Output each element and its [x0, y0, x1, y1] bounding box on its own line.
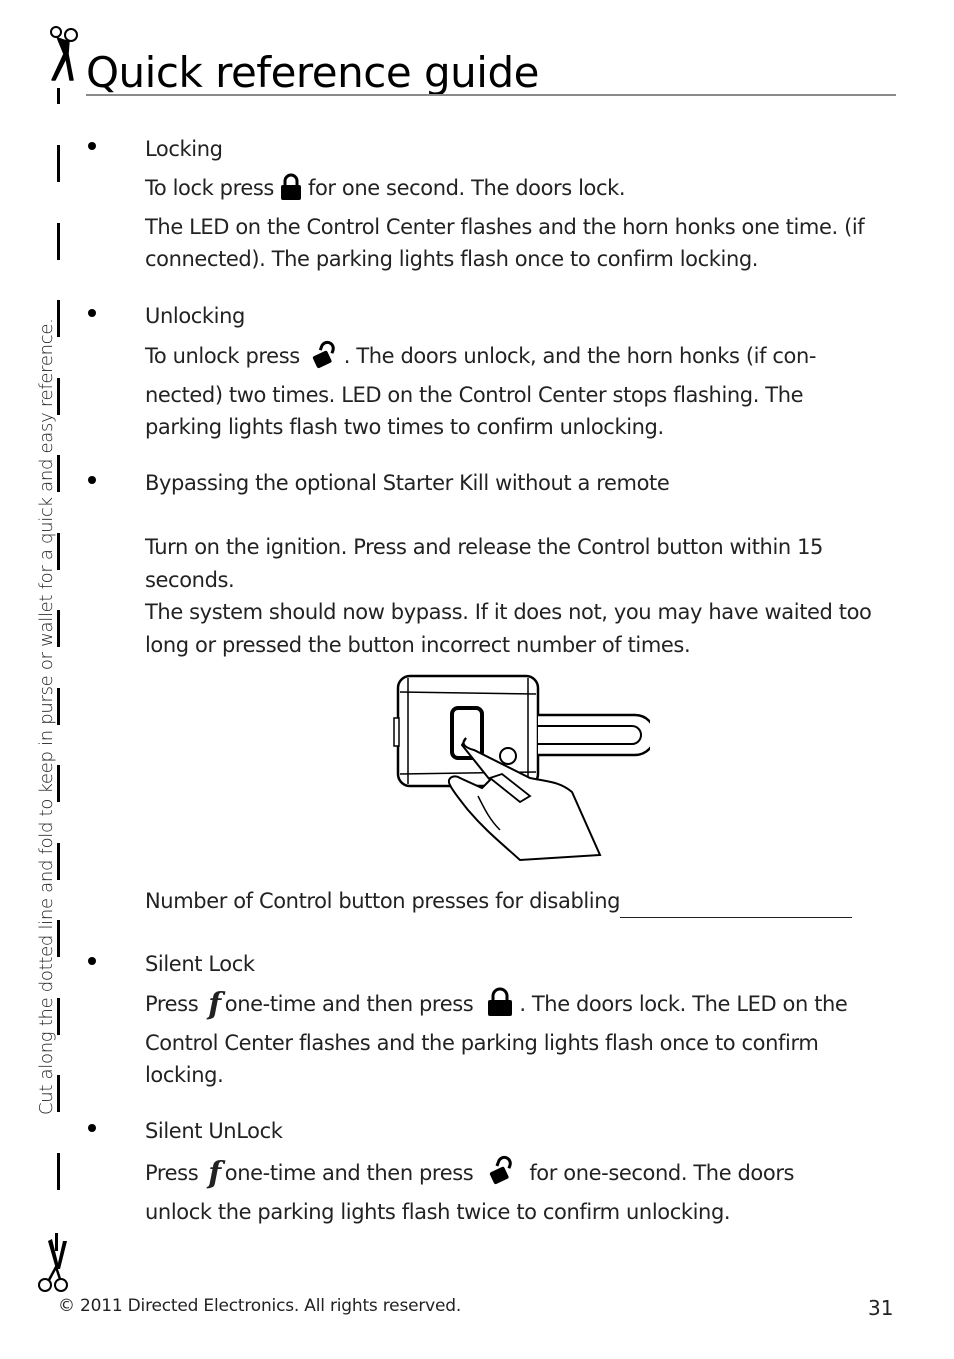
cut-line-dash [57, 610, 60, 647]
cut-line-dash [57, 88, 60, 104]
cut-line-dash [57, 997, 60, 1035]
section-heading: Bypassing the optional Starter Kill with… [145, 471, 670, 495]
fill-in-blank[interactable] [620, 897, 853, 918]
fill-in-label: Number of Control button presses for dis… [145, 889, 621, 913]
section-body: Press f one-time and then press. The doors… [145, 987, 890, 1092]
cut-line-dash [57, 300, 60, 337]
scissors-icon-bottom [38, 1233, 68, 1292]
lock-icon [280, 173, 302, 211]
bullet [88, 957, 96, 965]
bullet [88, 309, 96, 317]
section-heading: Silent Lock [145, 952, 255, 976]
section-silent-unlock: Silent UnLock Press f one-time and then pr… [88, 1115, 898, 1225]
section-body: Press f one-time and then press for one-sec… [145, 1154, 845, 1228]
text: Press [145, 1161, 199, 1185]
title-underline [86, 94, 896, 96]
fill-in-field: Number of Control button presses for dis… [145, 885, 895, 918]
text: one-time and then press [224, 992, 474, 1016]
section-body: To unlock press. The doors unlock, and t… [145, 339, 865, 444]
bullet [88, 1124, 96, 1132]
section-heading: Locking [145, 137, 223, 161]
cut-instruction-text: Cut along the dotted line and fold to ke… [36, 318, 57, 1115]
section-body: To lock press for one second. The doors l… [145, 172, 895, 276]
cut-line-dash [57, 145, 60, 182]
paragraph: The system should now bypass. If it does… [145, 600, 872, 657]
text: To lock press [145, 176, 274, 200]
text: one-time and then press [224, 1161, 474, 1185]
cut-line-dash [57, 842, 60, 880]
cut-line-dash [57, 687, 60, 725]
paragraph: Turn on the ignition. Press and release … [145, 535, 823, 592]
cut-line-dash [57, 1152, 60, 1190]
section-heading: Silent UnLock [145, 1119, 283, 1143]
text: To unlock press [145, 344, 300, 368]
control-center-illustration [393, 674, 650, 862]
text: Press [145, 992, 199, 1016]
function-icon: f [208, 1156, 221, 1191]
scissors-icon-top [50, 26, 78, 81]
unlock-icon [312, 339, 338, 379]
section-heading: Unlocking [145, 304, 245, 328]
text: The LED on the Control Center flashes an… [145, 214, 865, 272]
cut-line-dash [57, 920, 60, 957]
cut-line-dash [57, 765, 60, 802]
function-icon: f [208, 987, 221, 1022]
text: for one second. The doors lock. [307, 176, 626, 200]
copyright: © 2011 Directed Electronics. All rights … [58, 1296, 462, 1316]
cut-line-dash [57, 222, 60, 260]
section-locking: Locking To lock press for one second. The… [88, 133, 898, 273]
cut-line-dash [57, 532, 60, 570]
cut-line-dash [57, 377, 60, 415]
cut-line-dash [57, 455, 60, 492]
unlock-icon [489, 1154, 515, 1196]
section-silent-lock: Silent Lock Press f one-time and then pres… [88, 948, 898, 1088]
section-unlocking: Unlocking To unlock press. The doors unl… [88, 300, 898, 440]
lock-icon [487, 987, 513, 1027]
bullet [88, 142, 96, 150]
page-number: 31 [868, 1296, 894, 1320]
cut-line-dash [57, 1075, 60, 1112]
bullet [88, 476, 96, 484]
page-title: Quick reference guide [86, 48, 539, 97]
